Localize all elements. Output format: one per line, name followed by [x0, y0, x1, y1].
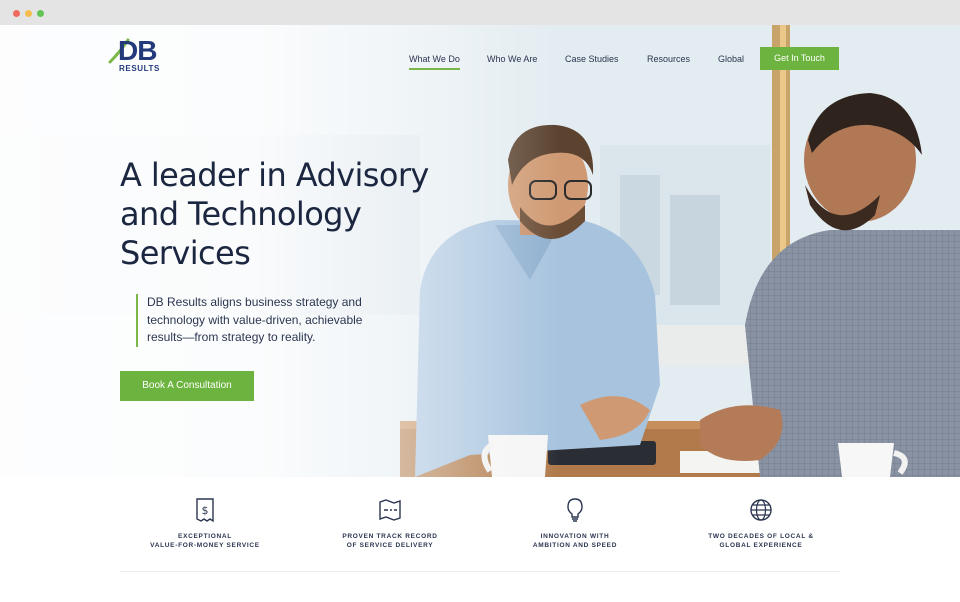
feature-innovation: INNOVATION WITH AMBITION AND SPEED: [475, 497, 675, 550]
window-minimize-button[interactable]: [25, 10, 32, 17]
window-maximize-button[interactable]: [37, 10, 44, 17]
nav-global[interactable]: Global: [718, 54, 744, 64]
nav-what-we-do[interactable]: What We Do: [409, 54, 460, 70]
hero-headline: A leader in Advisory and Technology Serv…: [120, 156, 429, 272]
browser-toolbar: [0, 0, 960, 25]
nav-who-we-are[interactable]: Who We Are: [487, 54, 537, 64]
nav-resources[interactable]: Resources: [647, 54, 690, 64]
nav-case-studies[interactable]: Case Studies: [565, 54, 619, 64]
svg-text:$: $: [202, 504, 209, 517]
feature-track-record: PROVEN TRACK RECORD OF SERVICE DELIVERY: [290, 497, 490, 550]
receipt-dollar-icon: $: [196, 498, 214, 523]
feature-value-text: EXCEPTIONAL VALUE-FOR-MONEY SERVICE: [150, 533, 260, 549]
logo[interactable]: DB RESULTS: [108, 36, 164, 76]
map-route-icon: [379, 499, 401, 521]
globe-icon: [750, 499, 772, 521]
section-divider: [120, 571, 840, 572]
feature-experience: TWO DECADES OF LOCAL & GLOBAL EXPERIENCE: [661, 497, 861, 550]
logo-subtext: RESULTS: [119, 64, 160, 73]
feature-experience-text: TWO DECADES OF LOCAL & GLOBAL EXPERIENCE: [708, 533, 814, 549]
book-consultation-button[interactable]: Book A Consultation: [120, 371, 254, 401]
feature-track-record-text: PROVEN TRACK RECORD OF SERVICE DELIVERY: [342, 533, 438, 549]
feature-innovation-text: INNOVATION WITH AMBITION AND SPEED: [532, 533, 618, 549]
window-close-button[interactable]: [13, 10, 20, 17]
get-in-touch-button[interactable]: Get In Touch: [760, 47, 839, 70]
hero-lead: DB Results aligns business strategy and …: [136, 294, 386, 347]
lightbulb-icon: [567, 498, 583, 522]
logo-wordmark: DB: [118, 35, 157, 66]
feature-value: $ EXCEPTIONAL VALUE-FOR-MONEY SERVICE: [105, 497, 305, 550]
